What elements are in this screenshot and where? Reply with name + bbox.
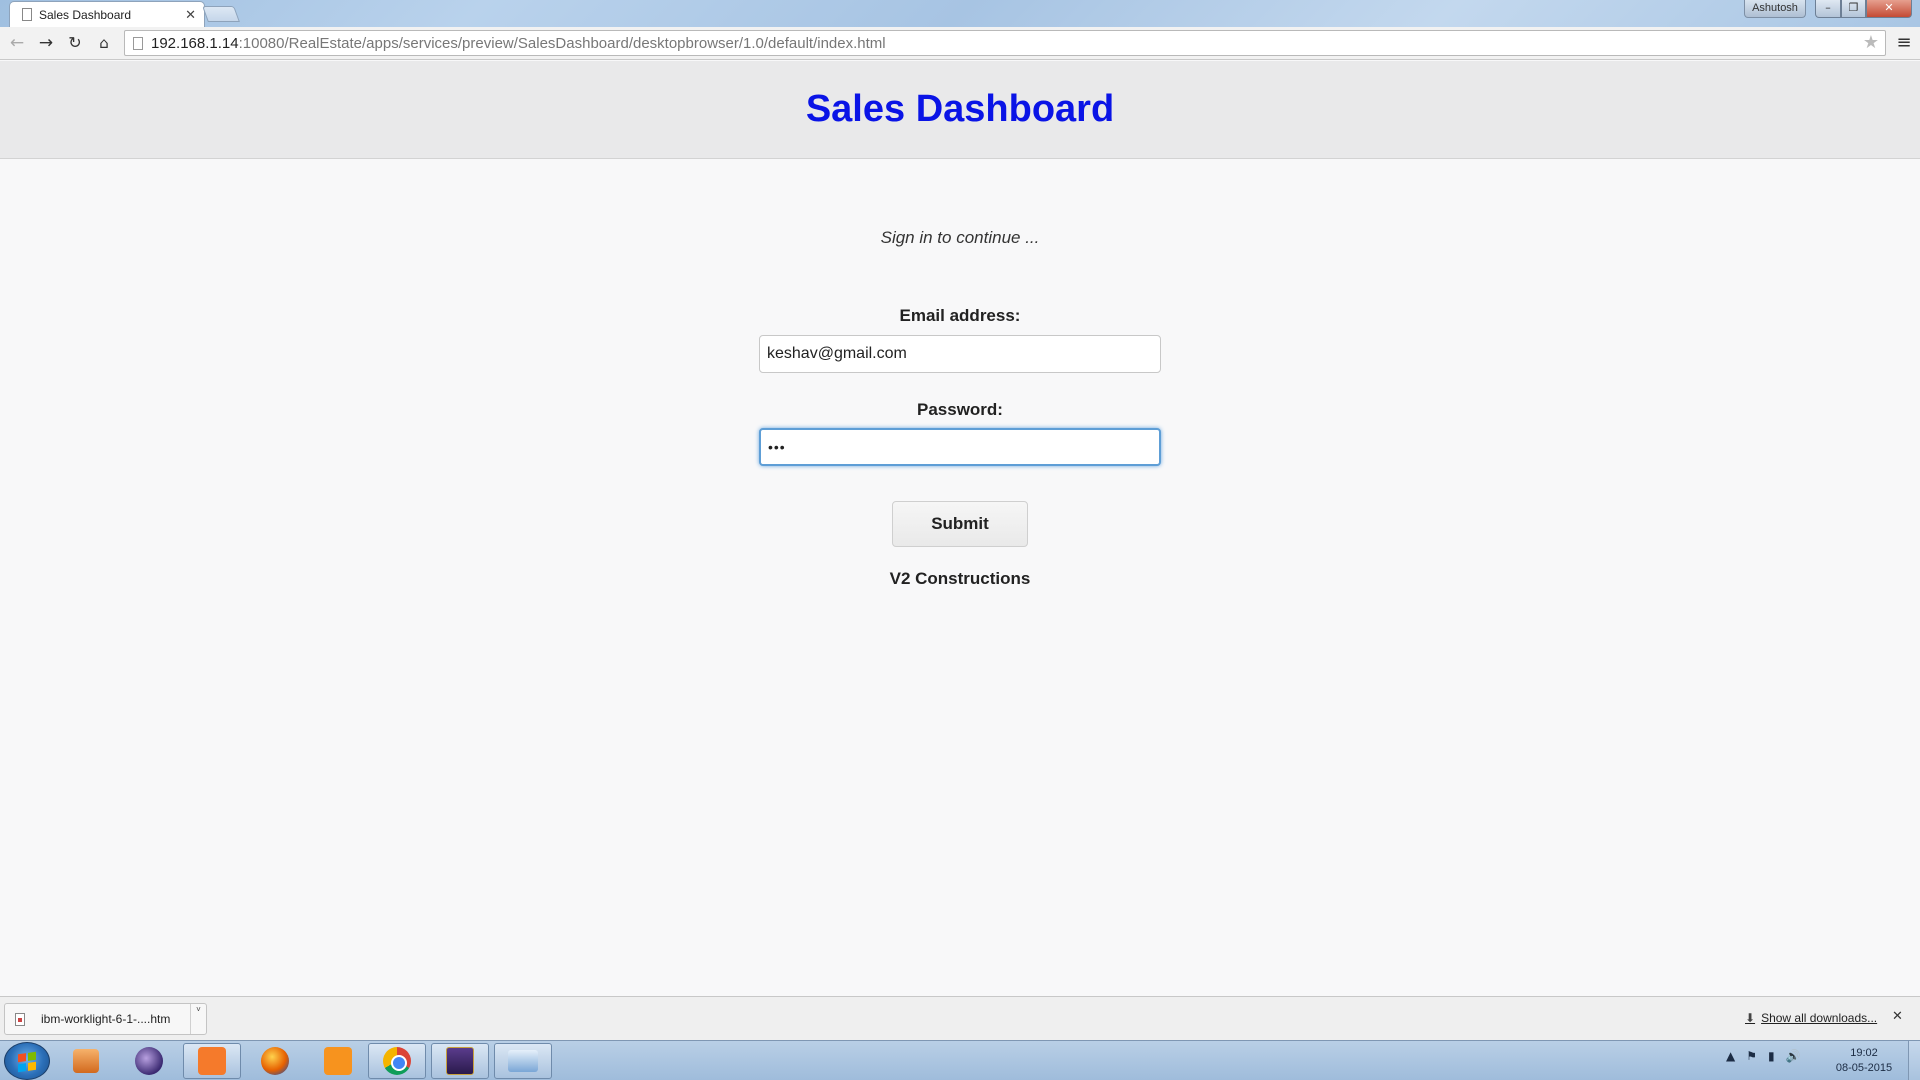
sign-in-subtitle: Sign in to continue ... <box>880 228 1040 247</box>
company-name: V2 Constructions <box>889 569 1031 588</box>
taskbar-chrome[interactable] <box>368 1043 426 1079</box>
eclipse-icon <box>135 1047 163 1075</box>
tab-sales-dashboard[interactable]: Sales Dashboard ✕ <box>9 1 205 27</box>
bookmark-star-icon[interactable]: ★ <box>1863 32 1879 53</box>
browser-toolbar: ← → ↻ ⌂ 192.168.1.14:10080/RealEstate/ap… <box>0 27 1920 60</box>
tab-close-icon[interactable]: ✕ <box>185 7 196 23</box>
clock-date: 08-05-2015 <box>1835 1062 1893 1074</box>
system-tray: ▲ ⚑ ▮ 🔊 <box>1726 1049 1801 1063</box>
file-icon <box>15 1012 25 1026</box>
new-tab-button[interactable] <box>202 6 240 22</box>
xampp-icon <box>198 1047 226 1075</box>
windows-taskbar: ▲ ⚑ ▮ 🔊 19:02 08-05-2015 <box>0 1040 1920 1080</box>
tab-title: Sales Dashboard <box>39 7 132 22</box>
show-hidden-icons-icon[interactable]: ▲ <box>1726 1049 1735 1063</box>
system-clock[interactable]: 19:02 08-05-2015 <box>1818 1046 1910 1076</box>
taskbar-xampp[interactable] <box>183 1043 241 1079</box>
firefox-icon <box>261 1047 289 1075</box>
network-icon[interactable]: ▮ <box>1768 1049 1775 1063</box>
reload-icon[interactable]: ↻ <box>62 31 88 57</box>
show-desktop-button[interactable] <box>1908 1041 1920 1080</box>
forward-arrow-icon[interactable]: → <box>33 31 59 57</box>
java-ee-icon <box>446 1047 474 1075</box>
back-arrow-icon[interactable]: ← <box>4 31 30 57</box>
page-icon <box>22 8 32 21</box>
download-item[interactable]: ibm-worklight-6-1-....htm ˅ <box>4 1003 207 1035</box>
media-player-icon <box>73 1049 99 1073</box>
close-window-button[interactable]: ✕ <box>1866 0 1912 18</box>
password-label: Password: <box>917 400 1003 419</box>
download-shelf: ibm-worklight-6-1-....htm ˅ ⬇ Show all d… <box>0 996 1920 1040</box>
download-file-name: ibm-worklight-6-1-....htm <box>41 1012 171 1026</box>
submit-button[interactable]: Submit <box>892 501 1028 547</box>
chrome-menu-icon[interactable]: ≡ <box>1893 33 1915 55</box>
address-bar[interactable]: 192.168.1.14:10080/RealEstate/apps/servi… <box>124 30 1886 56</box>
taskbar-media-player[interactable] <box>57 1043 115 1079</box>
browser-title-bar: Sales Dashboard ✕ Ashutosh – ❐ ✕ <box>0 0 1920 27</box>
taskbar-pdf-creator[interactable] <box>309 1043 367 1079</box>
download-icon: ⬇ <box>1745 1011 1756 1025</box>
password-field[interactable]: ••• <box>759 428 1161 466</box>
taskbar-explorer[interactable] <box>494 1043 552 1079</box>
chrome-icon <box>383 1047 411 1075</box>
url-path: :10080/RealEstate/apps/services/preview/… <box>238 34 886 52</box>
url-text: 192.168.1.14:10080/RealEstate/apps/servi… <box>151 35 886 52</box>
page-title: Sales Dashboard <box>805 88 1115 130</box>
explorer-icon <box>508 1050 538 1072</box>
email-field[interactable] <box>759 335 1161 373</box>
volume-icon[interactable]: 🔊 <box>1786 1049 1801 1063</box>
taskbar-java-ee[interactable] <box>431 1043 489 1079</box>
start-button[interactable] <box>4 1042 50 1080</box>
download-menu-chevron-icon[interactable]: ˅ <box>190 1004 206 1034</box>
taskbar-firefox[interactable] <box>246 1043 304 1079</box>
pdf-creator-icon <box>324 1047 352 1075</box>
page-header: Sales Dashboard <box>0 61 1920 159</box>
home-icon[interactable]: ⌂ <box>91 31 117 57</box>
profile-badge[interactable]: Ashutosh <box>1744 0 1806 18</box>
url-host: 192.168.1.14 <box>151 34 239 52</box>
page-icon <box>133 36 143 50</box>
minimize-button[interactable]: – <box>1815 0 1841 18</box>
taskbar-eclipse[interactable] <box>120 1043 178 1079</box>
maximize-button[interactable]: ❐ <box>1841 0 1866 18</box>
windows-logo-icon <box>18 1051 36 1073</box>
email-label: Email address: <box>899 306 1021 325</box>
action-center-flag-icon[interactable]: ⚑ <box>1746 1049 1757 1063</box>
clock-time: 19:02 <box>1850 1047 1878 1059</box>
show-all-downloads-label: Show all downloads... <box>1761 1011 1878 1025</box>
show-all-downloads-link[interactable]: ⬇ Show all downloads... <box>1745 1011 1877 1025</box>
close-shelf-icon[interactable]: ✕ <box>1892 1009 1903 1024</box>
